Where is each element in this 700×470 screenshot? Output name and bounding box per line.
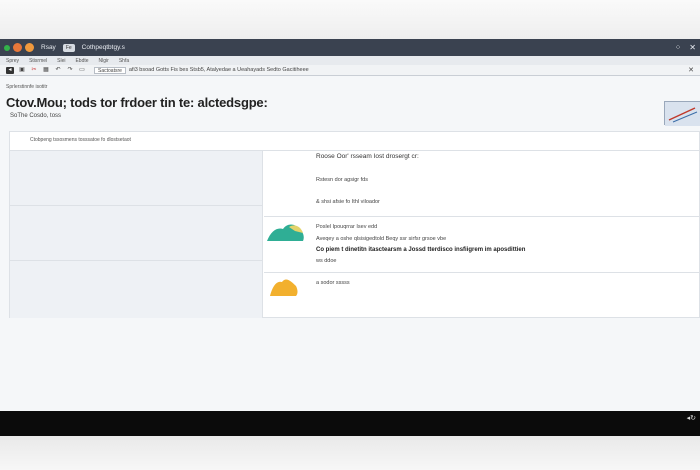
list-item: ws ddoe bbox=[316, 258, 337, 264]
monitor-bezel-top bbox=[0, 0, 700, 39]
list-item: & shsi afsie fo Ithl viloador bbox=[316, 199, 380, 205]
list-item: a sodor sssss bbox=[316, 280, 350, 286]
menu-item[interactable]: Shfa bbox=[119, 58, 129, 64]
screen: Rsay Fe Cothpeqtbtgy.s ⁘ ✕ Sprey Stisrme… bbox=[0, 39, 700, 436]
list-item: Co piem t dinetitn itasctearsm a Jossd t… bbox=[316, 247, 526, 253]
menu-item[interactable]: Nlgir bbox=[99, 58, 109, 64]
image-icon[interactable]: ▣ bbox=[18, 67, 26, 74]
breadcrumb: Sprlerstinnfe isotitr bbox=[6, 84, 48, 90]
system-tray-icon[interactable]: ◂↻ bbox=[687, 414, 696, 422]
left-row[interactable] bbox=[10, 261, 262, 316]
panel-header: Ctobpeng tssosmens tosssatoe fo dlostset… bbox=[10, 132, 699, 151]
app-name: Rsay bbox=[41, 44, 56, 51]
page-title: Ctov.Mou; tods tor frdoer tin te: alcted… bbox=[6, 95, 268, 110]
left-row[interactable] bbox=[10, 151, 262, 206]
list-item: Rstesn dor agsigr fds bbox=[316, 177, 368, 183]
minimize-icon[interactable]: ⁘ bbox=[675, 43, 682, 52]
menu-item[interactable]: Stisrmel bbox=[29, 58, 47, 64]
menu-item[interactable]: Sprey bbox=[6, 58, 19, 64]
preview-thumbnail[interactable] bbox=[664, 101, 700, 126]
title-bar: Rsay Fe Cothpeqtbtgy.s ⁘ ✕ bbox=[0, 39, 700, 56]
taskbar: ◂↻ bbox=[0, 411, 700, 436]
close-icon[interactable]: ✕ bbox=[689, 43, 696, 52]
scissors-icon[interactable]: ✂ bbox=[30, 67, 38, 74]
folder-icon[interactable]: ▭ bbox=[78, 67, 86, 74]
toolbar: ◂ ▣ ✂ ▦ ↶ ↷ ▭ Sactoatsre afi3 bsoad Gott… bbox=[0, 65, 700, 76]
menu-item[interactable]: Slei bbox=[57, 58, 65, 64]
menu-item[interactable]: Ebdte bbox=[75, 58, 88, 64]
content-panel: Ctobpeng tssosmens tosssatoe fo dlostset… bbox=[9, 131, 700, 318]
grid-icon[interactable]: ▦ bbox=[42, 67, 50, 74]
window-title: Cothpeqtbtgy.s bbox=[81, 44, 125, 51]
address-text: afi3 bsoad Gotts Fis bes Stsb5, Atalyeda… bbox=[128, 67, 309, 73]
subtitle: SoThe Cosdo, toss bbox=[10, 113, 62, 119]
settings-icon[interactable]: ✕ bbox=[688, 66, 694, 74]
window-green-dot-icon[interactable] bbox=[4, 44, 10, 51]
tab-chip[interactable]: Fe bbox=[62, 43, 75, 52]
yellow-blob-icon bbox=[270, 279, 298, 296]
window-amber-dot-icon[interactable] bbox=[25, 43, 34, 52]
list-item: Aveqey a oshe qlsisigedtold Beqy ssr sir… bbox=[316, 236, 447, 242]
row-divider bbox=[264, 272, 700, 273]
undo-icon[interactable]: ↶ bbox=[54, 67, 62, 74]
right-column: Roose Oor' rsseam Iost drosergt cr: Rste… bbox=[264, 151, 700, 318]
section-title: Roose Oor' rsseam Iost drosergt cr: bbox=[316, 153, 419, 160]
back-icon[interactable]: ◂ bbox=[6, 66, 14, 74]
teal-blob-icon bbox=[267, 224, 304, 241]
left-row[interactable] bbox=[10, 206, 262, 261]
menu-bar: Sprey Stisrmel Slei Ebdte Nlgir Shfa bbox=[0, 56, 700, 65]
left-column bbox=[10, 151, 263, 318]
list-item: Poslel Ipouqrrar Isev edd bbox=[316, 224, 378, 230]
row-divider bbox=[264, 216, 700, 217]
monitor-bezel-bottom bbox=[0, 436, 700, 470]
address-field[interactable]: Sactoatsre bbox=[94, 66, 126, 74]
redo-icon[interactable]: ↷ bbox=[66, 67, 74, 74]
window-orange-dot-icon[interactable] bbox=[13, 43, 22, 52]
